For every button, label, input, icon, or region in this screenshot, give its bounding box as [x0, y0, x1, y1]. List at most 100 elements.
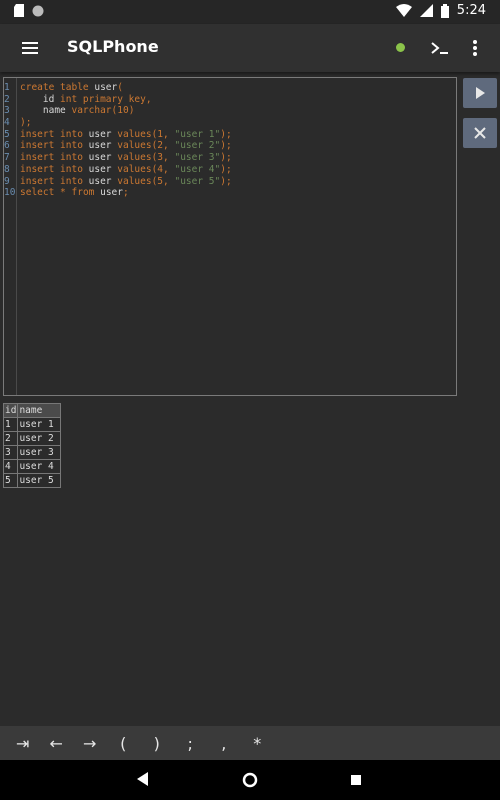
table-cell: 3: [2, 445, 19, 460]
code-line: 8 insert into user values(4, "user 4");: [4, 164, 232, 176]
table-row: 2 user 2: [2, 431, 62, 446]
code-token: (1,: [151, 128, 175, 140]
code-token: insert into: [20, 163, 89, 175]
code-token: user: [94, 82, 118, 93]
code-text: name varchar(10): [20, 105, 135, 117]
code-token: );: [220, 175, 232, 187]
code-line: 3 name varchar(10): [4, 105, 232, 117]
cursor-right-key[interactable]: →: [73, 734, 107, 753]
play-icon: [476, 87, 485, 99]
code-token: values: [117, 152, 152, 164]
open-paren-key[interactable]: (: [107, 734, 141, 753]
code-token: varchar: [71, 105, 112, 117]
connection-status-dot: [396, 43, 405, 52]
table-header-row: id name: [2, 403, 62, 418]
comma-key[interactable]: ,: [207, 734, 241, 753]
code-token: (4,: [151, 163, 175, 175]
table-cell: user 2: [17, 431, 62, 446]
circle-notification-icon: [32, 5, 44, 16]
code-token: user: [88, 128, 118, 140]
table-cell: 1: [2, 417, 19, 432]
code-line: 4);: [4, 117, 232, 129]
code-token: );: [220, 140, 232, 152]
code-token: "user 5": [174, 175, 221, 187]
semicolon-key[interactable]: ;: [174, 734, 208, 753]
code-token: values: [117, 163, 152, 175]
line-number: 10: [4, 187, 16, 199]
table-row: 4 user 4: [2, 459, 62, 474]
code-area[interactable]: 1 create table user(2 id int primary key,…: [4, 82, 232, 199]
code-token: user: [88, 175, 118, 187]
code-token: (10): [111, 105, 135, 117]
code-token: );: [220, 128, 232, 140]
table-cell: 5: [2, 473, 19, 488]
close-paren-key[interactable]: ): [140, 734, 174, 753]
table-cell: 4: [2, 459, 19, 474]
asterisk-key[interactable]: *: [241, 734, 275, 753]
column-header-id: id: [2, 403, 19, 418]
table-row: 5 user 5: [2, 473, 62, 488]
code-token: user: [88, 152, 118, 164]
code-token: ,: [145, 93, 152, 105]
code-text: insert into user values(4, "user 4");: [20, 164, 232, 176]
code-token: );: [220, 152, 232, 164]
more-vert-icon[interactable]: [469, 37, 481, 59]
clock: 5:24: [456, 3, 486, 18]
terminal-icon[interactable]: [429, 37, 451, 59]
line-number: 6: [4, 140, 10, 152]
recents-icon[interactable]: [351, 775, 361, 785]
extra-keys-bar: ⇥ ← → ( ) ; , *: [0, 726, 500, 760]
line-number: 9: [4, 175, 10, 187]
code-token: user: [88, 163, 118, 175]
code-token: "user 2": [174, 140, 221, 152]
code-line: 5 insert into user values(1, "user 1");: [4, 129, 232, 141]
line-number: 3: [4, 105, 10, 117]
sql-editor[interactable]: 1 create table user(2 id int primary key,…: [3, 77, 457, 396]
code-text: create table user(: [20, 82, 123, 94]
wifi-icon: [395, 4, 412, 17]
code-token: (: [117, 82, 123, 93]
line-number: 7: [4, 152, 10, 164]
battery-icon: [440, 3, 449, 18]
table-cell: user 5: [17, 473, 62, 488]
table-cell: 2: [2, 431, 19, 446]
code-token: values: [117, 175, 152, 187]
tab-key[interactable]: ⇥: [6, 734, 40, 753]
code-text: insert into user values(3, "user 3");: [20, 152, 232, 164]
code-token: values: [117, 128, 152, 140]
cursor-left-key[interactable]: ←: [40, 734, 74, 753]
code-line: 6 insert into user values(2, "user 2");: [4, 140, 232, 152]
code-token: );: [220, 163, 232, 175]
table-cell: user 4: [17, 459, 62, 474]
code-token: values: [117, 140, 152, 152]
code-token: ;: [123, 187, 129, 199]
home-icon[interactable]: [242, 772, 258, 788]
code-token: create table: [20, 82, 95, 93]
code-token: insert into: [20, 175, 89, 187]
code-line: 9 insert into user values(5, "user 5");: [4, 176, 232, 188]
code-text: insert into user values(2, "user 2");: [20, 140, 232, 152]
back-icon[interactable]: [137, 772, 149, 786]
table-row: 1 user 1: [2, 417, 62, 432]
code-token: "user 4": [174, 163, 221, 175]
close-icon: [474, 127, 486, 139]
app-bar: SQLPhone: [0, 24, 500, 72]
code-token: select: [20, 187, 61, 199]
code-line: 10 select * from user;: [4, 187, 232, 199]
code-token: (5,: [151, 175, 175, 187]
code-token: name: [20, 105, 72, 117]
sd-card-icon: [14, 4, 24, 17]
status-bar: 5:24: [0, 0, 500, 24]
table-cell: user 3: [17, 445, 62, 460]
menu-icon[interactable]: [20, 39, 40, 57]
run-button[interactable]: [463, 78, 497, 108]
table-cell: user 1: [17, 417, 62, 432]
code-token: id: [20, 93, 61, 105]
code-token: user: [88, 140, 118, 152]
clear-button[interactable]: [463, 118, 497, 148]
code-text: insert into user values(5, "user 5");: [20, 176, 232, 188]
code-token: insert into: [20, 140, 89, 152]
line-number: 1: [4, 82, 10, 93]
code-token: insert into: [20, 128, 89, 140]
line-number: 5: [4, 128, 10, 140]
